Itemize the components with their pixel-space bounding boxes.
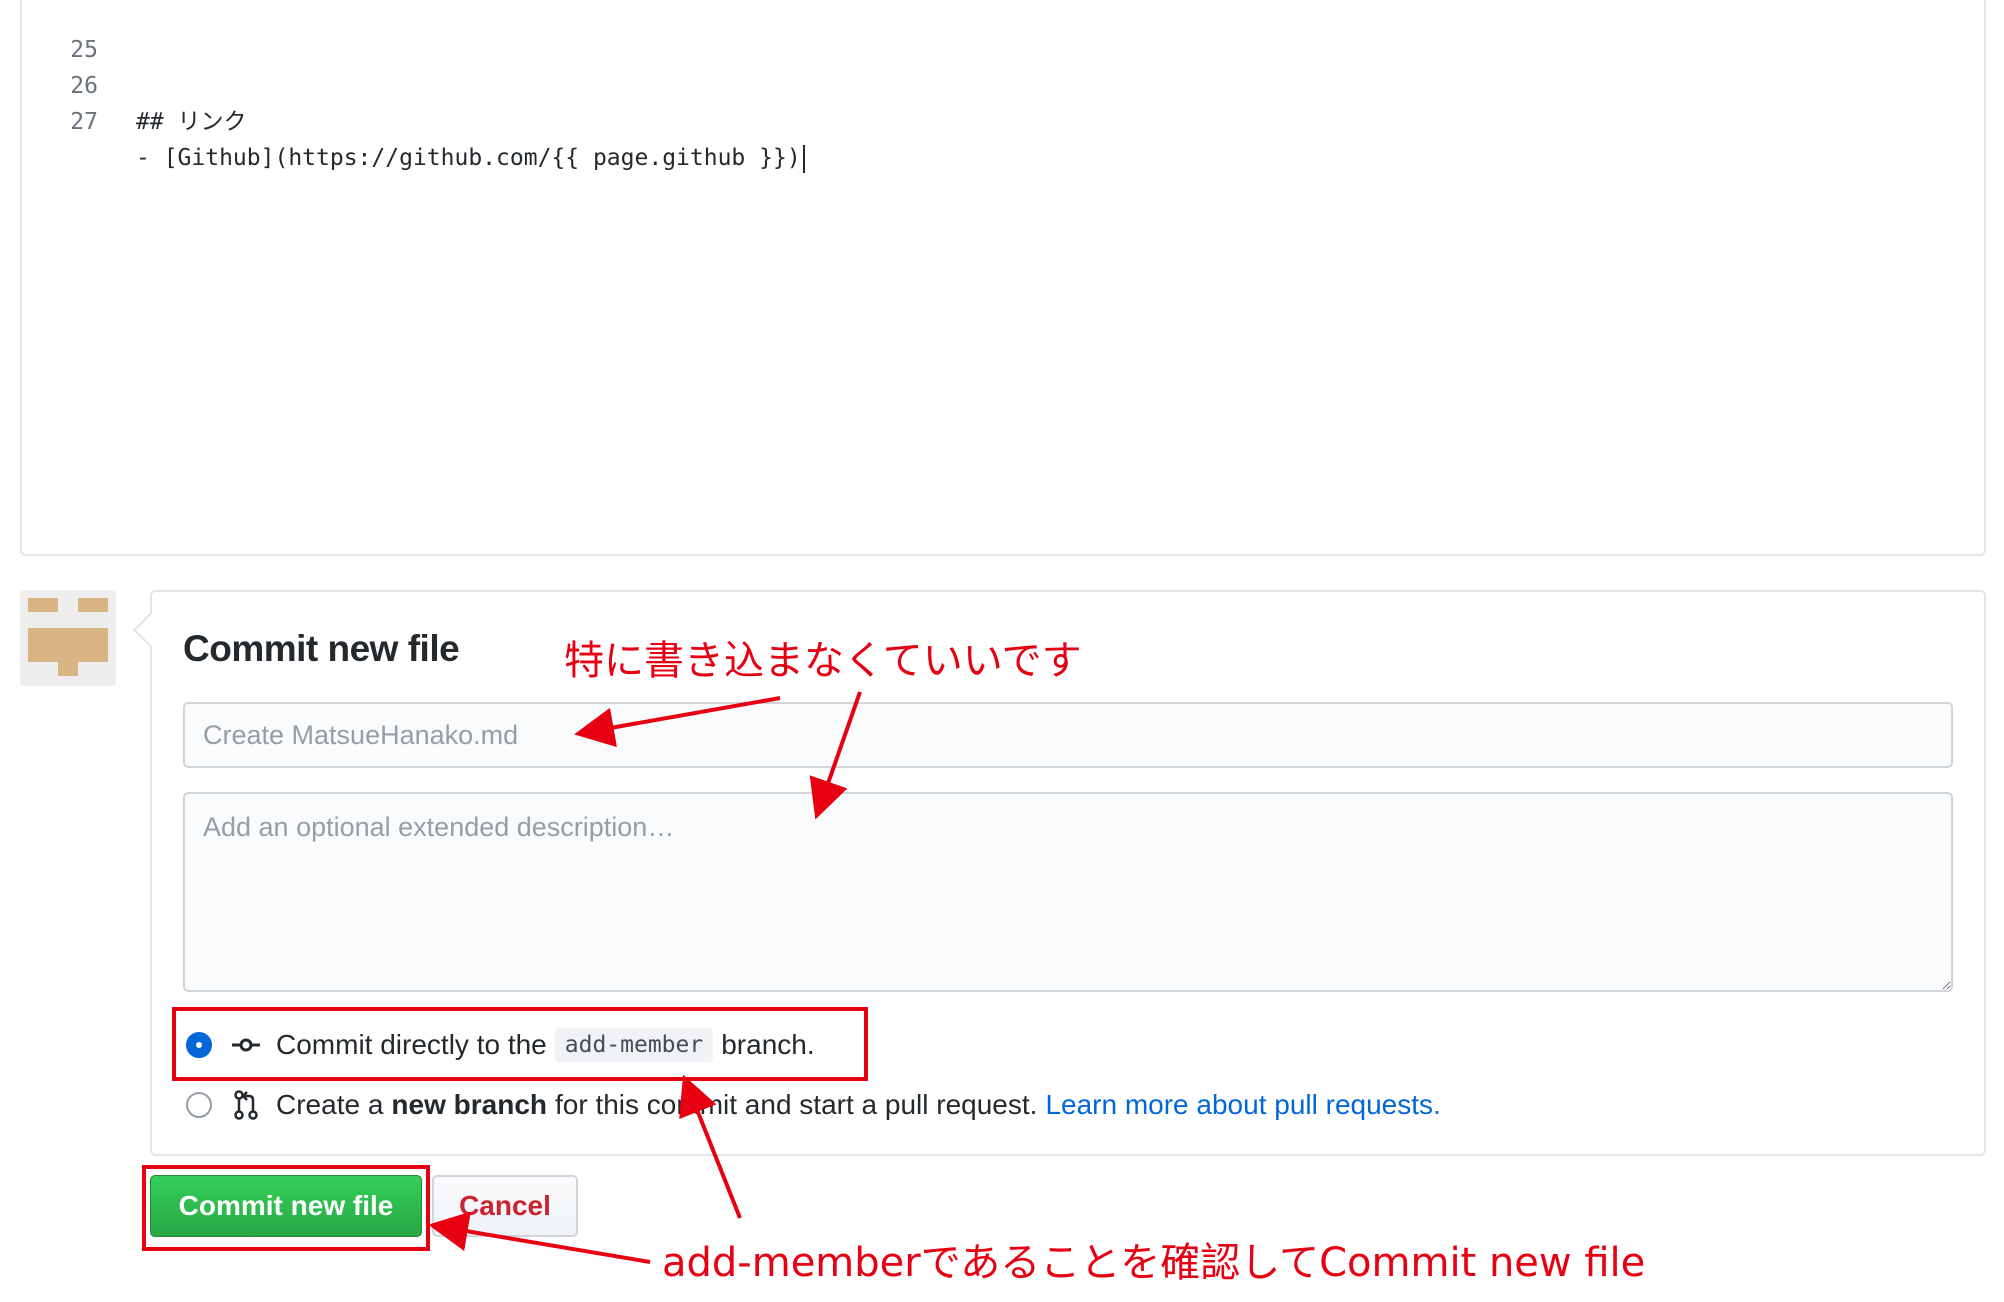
code-text-with-caret: - [Github](https://github.com/{{ page.gi…: [136, 140, 805, 176]
new-branch-label-suffix: for this commit and start a pull request…: [555, 1089, 1038, 1120]
new-branch-label-prefix: Create a: [276, 1089, 384, 1120]
new-branch-option[interactable]: Create a new branch for this commit and …: [186, 1085, 1441, 1125]
text-caret: [802, 144, 805, 173]
cancel-button[interactable]: Cancel: [432, 1175, 578, 1237]
commit-summary-input[interactable]: [183, 702, 1953, 768]
commit-description-textarea[interactable]: [183, 792, 1953, 992]
annotation-note-top: 特に書き込まなくていいです: [564, 638, 1082, 684]
code-line: 25: [22, 0, 98, 63]
annotation-note-bottom: add-memberであることを確認してCommit new file: [662, 1240, 1646, 1286]
commit-form-title: Commit new file: [183, 628, 460, 669]
avatar: [20, 590, 116, 686]
git-pull-request-icon: [226, 1090, 266, 1120]
code-line: 27 - [Github](https://github.com/{{ page…: [22, 68, 805, 173]
annotation-box-commit-button: [142, 1165, 430, 1251]
file-editor[interactable]: 25 26 ## リンク 27 - [Github](https://githu…: [20, 0, 1986, 556]
new-branch-radio[interactable]: [186, 1092, 212, 1118]
code-text: - [Github](https://github.com/{{ page.gi…: [136, 145, 801, 171]
code-line: 26 ## リンク: [22, 32, 246, 135]
annotation-box-branch: [172, 1007, 868, 1081]
code-text: ## リンク: [136, 109, 247, 135]
new-branch-label-bold: new branch: [391, 1089, 547, 1120]
line-number: 27: [70, 109, 98, 135]
learn-more-link[interactable]: Learn more about pull requests.: [1045, 1089, 1440, 1121]
